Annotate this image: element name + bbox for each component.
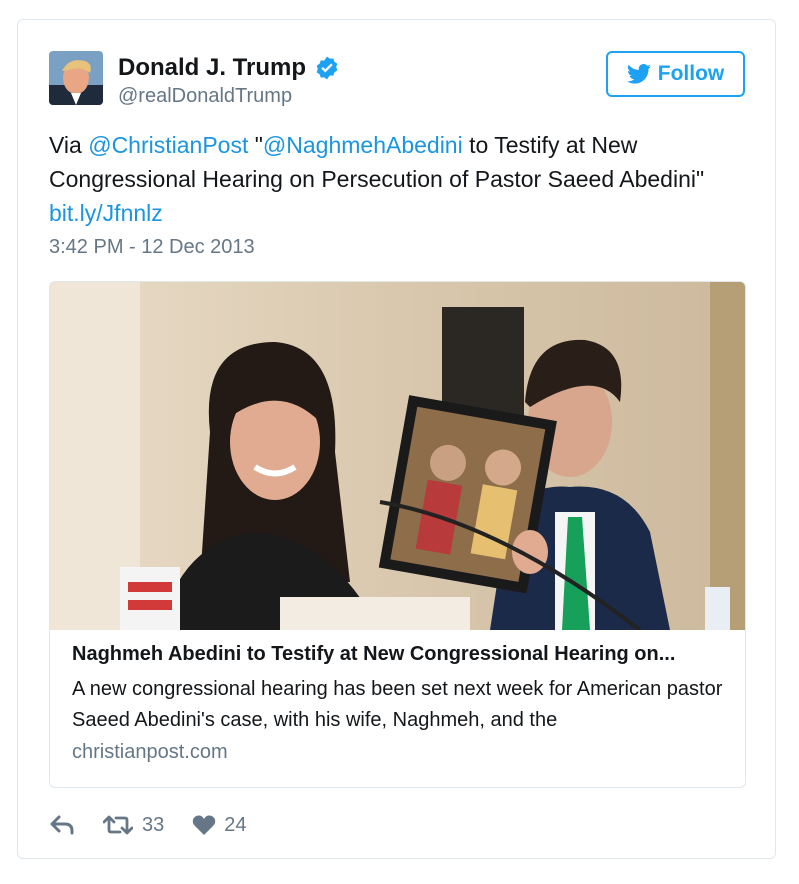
follow-label: Follow — [657, 62, 725, 85]
tweet-link[interactable]: bit.ly/Jfnnlz — [49, 200, 163, 226]
card-image — [50, 282, 745, 630]
card-domain: christianpost.com — [72, 741, 228, 763]
user-handle[interactable]: @realDonaldTrump — [118, 85, 292, 108]
action-bar: 33 24 — [49, 810, 247, 840]
name-row: Donald J. Trump — [118, 54, 340, 82]
follow-button[interactable]: Follow — [606, 51, 745, 97]
display-name[interactable]: Donald J. Trump — [118, 54, 306, 82]
timestamp[interactable]: 3:42 PM - 12 Dec 2013 — [49, 236, 255, 259]
mention-naghmehabedini[interactable]: @NaghmehAbedini — [263, 132, 463, 158]
retweet-icon — [103, 815, 133, 835]
tweet-text: Via @ChristianPost "@NaghmehAbedini to T… — [49, 128, 759, 230]
tweet-card: Donald J. Trump @realDonaldTrump Follow … — [17, 19, 776, 859]
retweet-button[interactable]: 33 — [103, 814, 164, 837]
verified-badge-icon — [316, 56, 338, 80]
retweet-count: 33 — [142, 813, 165, 836]
heart-icon — [193, 815, 216, 835]
card-description: A new congressional hearing has been set… — [72, 678, 723, 731]
twitter-bird-icon — [626, 64, 651, 84]
reply-icon — [50, 815, 74, 835]
quote-open: " — [248, 132, 263, 158]
tweet-prefix: Via — [49, 132, 89, 158]
like-count: 24 — [224, 813, 247, 836]
like-button[interactable]: 24 — [192, 813, 247, 837]
mention-christianpost[interactable]: @ChristianPost — [88, 132, 248, 158]
avatar[interactable] — [49, 51, 103, 105]
card-title[interactable]: Naghmeh Abedini to Testify at New Congre… — [72, 640, 732, 668]
card-body: Naghmeh Abedini to Testify at New Congre… — [72, 640, 732, 764]
link-card[interactable]: Naghmeh Abedini to Testify at New Congre… — [49, 281, 746, 788]
reply-button[interactable] — [49, 814, 75, 836]
